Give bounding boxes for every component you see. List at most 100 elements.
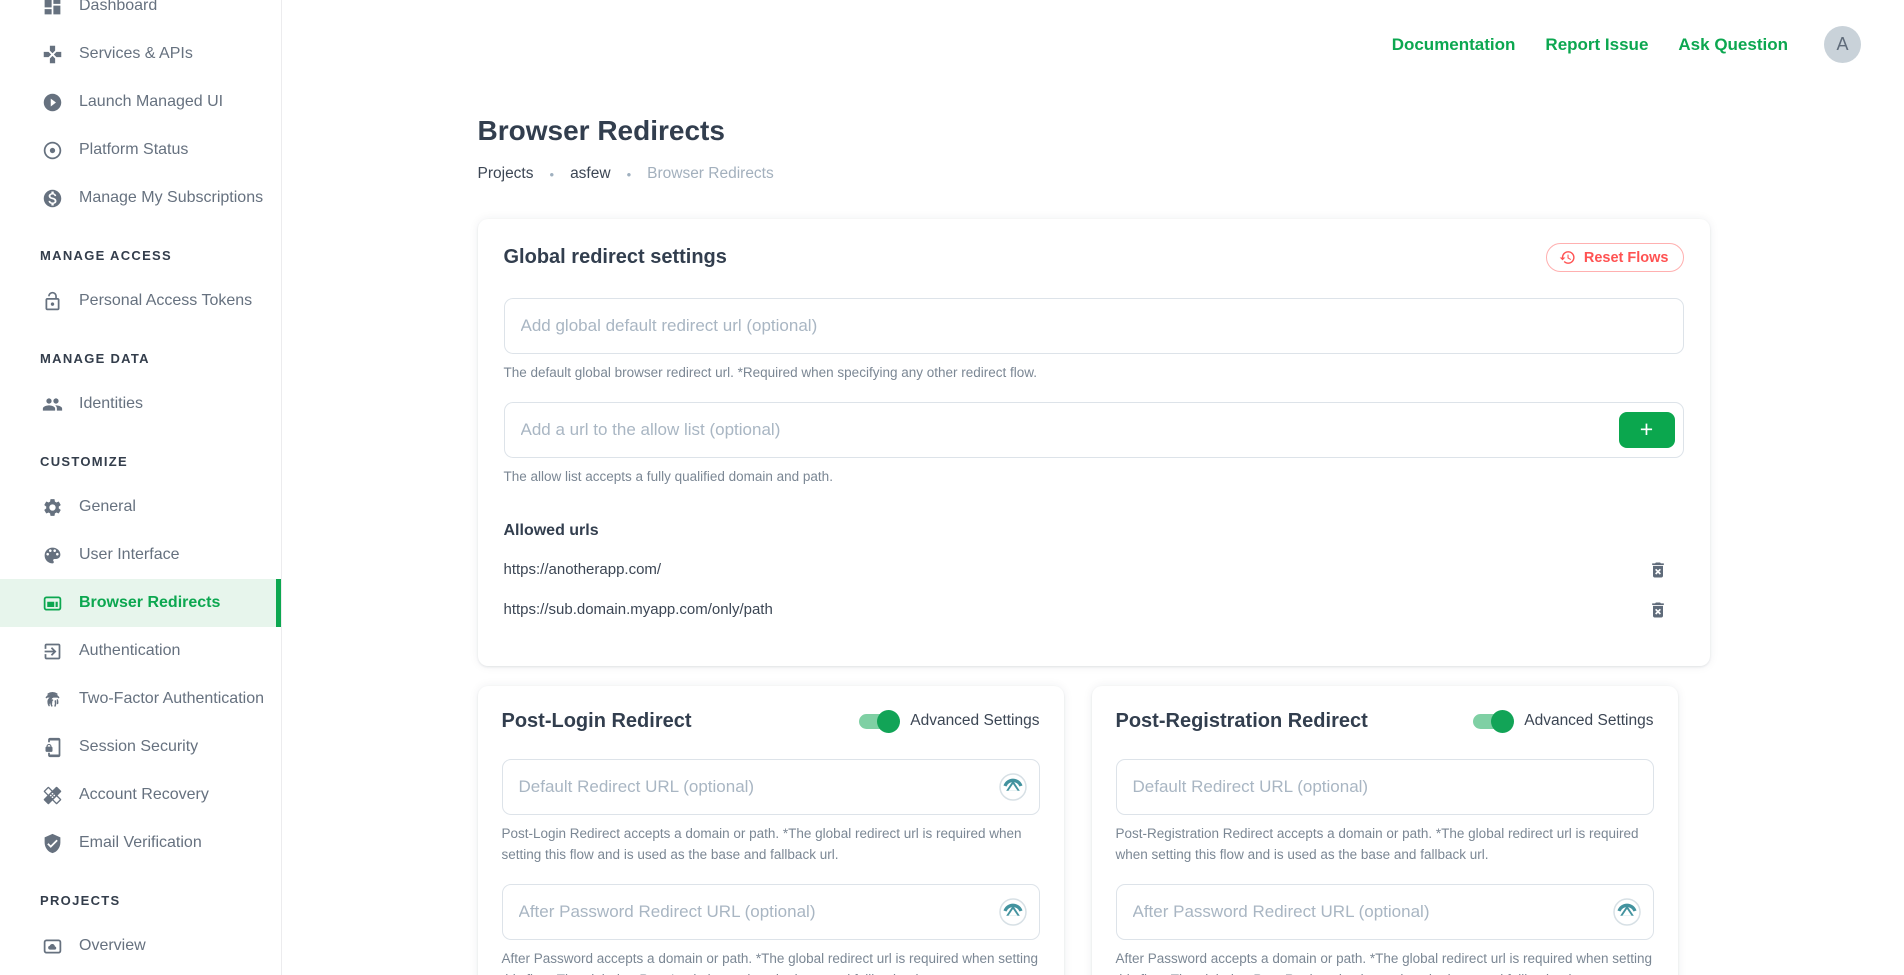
sidebar-item-label: Launch Managed UI (79, 93, 223, 111)
post-registration-after-password-input[interactable] (1116, 884, 1654, 940)
global-redirect-settings-card: Global redirect settings Reset Flows The… (478, 219, 1710, 666)
breadcrumb-current: Browser Redirects (647, 165, 774, 183)
avatar-initial: A (1836, 34, 1848, 55)
post-registration-default-field (1116, 759, 1654, 815)
post-login-advanced-toggle[interactable] (859, 714, 897, 729)
sidebar-item-identities[interactable]: Identities (0, 380, 281, 428)
redirect-preview-icon[interactable] (999, 773, 1027, 801)
bandage-icon (42, 785, 63, 806)
allow-list-field: + (504, 402, 1684, 458)
status-rings-icon (42, 140, 63, 161)
sidebar-item-launch-managed-ui[interactable]: Launch Managed UI (0, 78, 281, 126)
redirect-preview-icon[interactable] (1613, 898, 1641, 926)
ask-question-link[interactable]: Ask Question (1678, 35, 1788, 55)
gear-icon (42, 497, 63, 518)
breadcrumb-project-name[interactable]: asfew (570, 165, 611, 183)
sidebar-item-general[interactable]: General (0, 483, 281, 531)
history-icon (1559, 249, 1576, 266)
reset-flows-label: Reset Flows (1584, 250, 1669, 266)
page-title: Browser Redirects (478, 115, 1710, 147)
sidebar: Dashboard Services & APIs Launch Managed… (0, 0, 282, 975)
post-registration-card: Post-Registration Redirect Advanced Sett… (1092, 686, 1678, 975)
sidebar-item-two-factor[interactable]: Two-Factor Authentication (0, 675, 281, 723)
delete-url-button[interactable] (1648, 560, 1668, 580)
global-default-url-help: The default global browser redirect url.… (504, 363, 1684, 384)
report-issue-link[interactable]: Report Issue (1545, 35, 1648, 55)
post-login-after-password-input[interactable] (502, 884, 1040, 940)
services-icon (42, 44, 63, 65)
post-login-default-field (502, 759, 1040, 815)
sidebar-item-label: Overview (79, 937, 146, 955)
global-card-header: Global redirect settings Reset Flows (504, 243, 1684, 272)
sidebar-item-label: General (79, 498, 136, 516)
post-login-title: Post-Login Redirect (502, 710, 692, 733)
redirect-cards-row: Post-Login Redirect Advanced Settings Po… (478, 686, 1710, 975)
post-login-header: Post-Login Redirect Advanced Settings (502, 710, 1040, 733)
sidebar-section-projects: PROJECTS (0, 893, 281, 908)
browser-window-icon (42, 593, 63, 614)
allowed-url-row: https://sub.domain.myapp.com/only/path (504, 600, 1684, 620)
sidebar-item-platform-status[interactable]: Platform Status (0, 126, 281, 174)
post-login-advanced-wrap: Advanced Settings (859, 712, 1039, 730)
post-login-default-help: Post-Login Redirect accepts a domain or … (502, 824, 1040, 866)
documentation-link[interactable]: Documentation (1392, 35, 1516, 55)
sidebar-section-manage-data: MANAGE DATA (0, 351, 281, 366)
shield-check-icon (42, 833, 63, 854)
advanced-settings-label: Advanced Settings (910, 712, 1039, 730)
user-avatar[interactable]: A (1824, 26, 1861, 63)
dashboard-icon (42, 0, 63, 17)
sidebar-scroll: Dashboard Services & APIs Launch Managed… (0, 0, 281, 970)
plus-icon: + (1640, 416, 1653, 442)
toggle-knob (877, 710, 900, 733)
sidebar-item-email-verification[interactable]: Email Verification (0, 819, 281, 867)
redirect-preview-icon[interactable] (999, 898, 1027, 926)
sidebar-item-browser-redirects[interactable]: Browser Redirects (0, 579, 281, 627)
sidebar-item-personal-access-tokens[interactable]: Personal Access Tokens (0, 277, 281, 325)
sidebar-item-account-recovery[interactable]: Account Recovery (0, 771, 281, 819)
sidebar-item-manage-subscriptions[interactable]: Manage My Subscriptions (0, 174, 281, 222)
post-registration-title: Post-Registration Redirect (1116, 710, 1368, 733)
sidebar-item-overview[interactable]: Overview (0, 922, 281, 970)
sidebar-item-label: Session Security (79, 738, 198, 756)
sidebar-item-label: Browser Redirects (79, 594, 220, 612)
reset-flows-button[interactable]: Reset Flows (1546, 243, 1684, 272)
phone-lock-icon (42, 737, 63, 758)
toggle-knob (1491, 710, 1514, 733)
fingerprint-icon (42, 689, 63, 710)
sidebar-item-label: Platform Status (79, 141, 188, 159)
trash-icon (1648, 560, 1668, 580)
sidebar-item-session-security[interactable]: Session Security (0, 723, 281, 771)
sidebar-item-label: Personal Access Tokens (79, 292, 252, 310)
sidebar-item-authentication[interactable]: Authentication (0, 627, 281, 675)
add-url-button[interactable]: + (1619, 412, 1675, 448)
sidebar-item-user-interface[interactable]: User Interface (0, 531, 281, 579)
page-content: Browser Redirects Projects • asfew • Bro… (478, 115, 1710, 975)
global-default-url-input[interactable] (504, 298, 1684, 354)
sidebar-item-dashboard[interactable]: Dashboard (0, 0, 281, 30)
allowed-urls-title: Allowed urls (504, 522, 1684, 540)
post-registration-advanced-toggle[interactable] (1473, 714, 1511, 729)
palette-icon (42, 545, 63, 566)
post-registration-header: Post-Registration Redirect Advanced Sett… (1116, 710, 1654, 733)
breadcrumb-projects[interactable]: Projects (478, 165, 534, 183)
sidebar-item-label: Manage My Subscriptions (79, 189, 263, 207)
post-registration-default-help: Post-Registration Redirect accepts a dom… (1116, 824, 1654, 866)
post-registration-advanced-wrap: Advanced Settings (1473, 712, 1653, 730)
sidebar-item-services-apis[interactable]: Services & APIs (0, 30, 281, 78)
main-area: Documentation Report Issue Ask Question … (283, 0, 1904, 975)
topbar: Documentation Report Issue Ask Question … (283, 0, 1904, 63)
global-default-url-field (504, 298, 1684, 354)
sidebar-item-label: Services & APIs (79, 45, 193, 63)
people-icon (42, 394, 63, 415)
post-registration-default-url-input[interactable] (1116, 759, 1654, 815)
breadcrumb-separator: • (550, 167, 555, 182)
post-login-card: Post-Login Redirect Advanced Settings Po… (478, 686, 1064, 975)
sidebar-item-label: User Interface (79, 546, 179, 564)
allow-list-url-input[interactable] (504, 402, 1684, 458)
delete-url-button[interactable] (1648, 600, 1668, 620)
sidebar-section-manage-access: MANAGE ACCESS (0, 248, 281, 263)
post-login-default-url-input[interactable] (502, 759, 1040, 815)
post-login-after-help: After Password accepts a domain or path.… (502, 949, 1040, 975)
global-card-title: Global redirect settings (504, 246, 727, 269)
post-login-after-field (502, 884, 1040, 940)
